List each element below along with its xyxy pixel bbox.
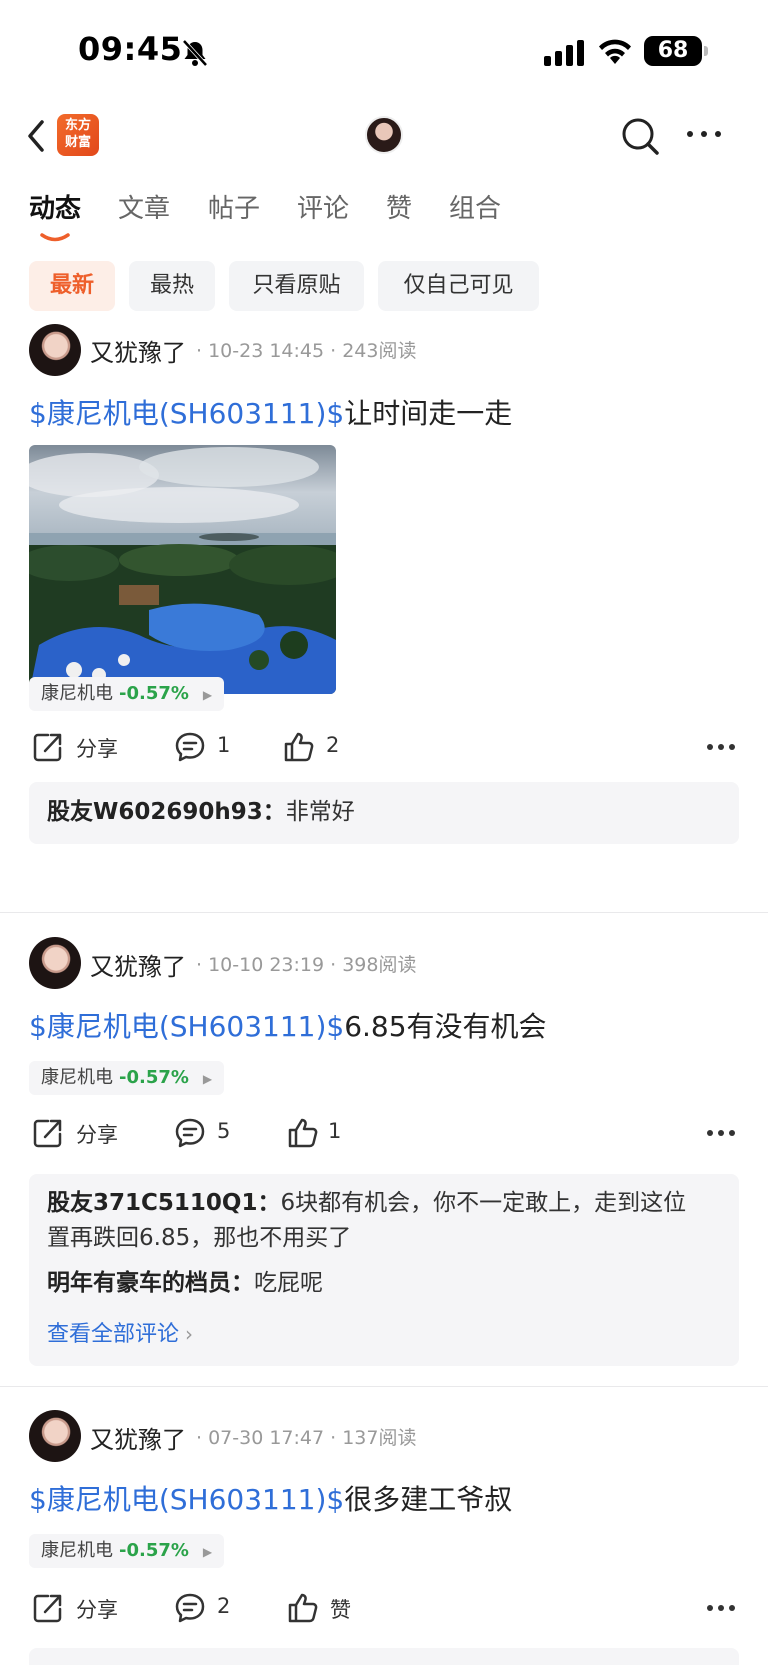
filter-original-only[interactable]: 只看原贴 — [229, 261, 364, 311]
back-icon[interactable] — [22, 116, 52, 156]
comment-icon[interactable] — [173, 1116, 207, 1150]
more-options-icon[interactable] — [706, 1129, 736, 1137]
logo-line-1: 东方 — [64, 118, 91, 133]
nav-bar: 东方 财富 — [0, 108, 768, 164]
quote-name: 康尼机电 — [41, 1540, 113, 1561]
post-meta: · 10-10 23:19 · 398阅读 — [196, 954, 417, 976]
post-text: 让时间走一走 — [344, 397, 513, 430]
divider — [0, 1386, 768, 1387]
author-name[interactable]: 又犹豫了 — [90, 947, 186, 982]
post-content[interactable]: $康尼机电(SH603111)$6.85有没有机会 — [29, 1005, 547, 1045]
comment-preview[interactable]: 股友371C5110Q1：6块都有机会，你不一定敢上，走到这位 置再跌回6.85… — [29, 1174, 739, 1366]
bell-slash-icon — [182, 39, 208, 67]
share-icon[interactable] — [31, 1591, 65, 1625]
post-content[interactable]: $康尼机电(SH603111)$让时间走一走 — [29, 392, 512, 432]
like-label[interactable]: 赞 — [330, 1594, 351, 1624]
app-logo: 东方 财富 — [57, 114, 99, 156]
share-icon[interactable] — [31, 1116, 65, 1150]
author-name[interactable]: 又犹豫了 — [90, 333, 186, 368]
quote-name: 康尼机电 — [41, 683, 113, 704]
post-content[interactable]: $康尼机电(SH603111)$很多建工爷叔 — [29, 1478, 512, 1518]
commenter-name[interactable]: 股友W602690h93： — [47, 799, 286, 825]
comment-text: 6块都有机会，你不一定敢上，走到这位 — [280, 1190, 687, 1216]
chevron-right-icon: › — [185, 1322, 194, 1346]
filter-private[interactable]: 仅自己可见 — [378, 261, 539, 311]
search-icon[interactable] — [618, 114, 662, 158]
comment-text: 吃屁呢 — [254, 1270, 323, 1296]
comment-item: 股友W602690h93：非常好 — [47, 795, 355, 830]
status-time: 09:45 — [78, 30, 183, 68]
view-all-comments-link[interactable]: 查看全部评论 › — [47, 1316, 193, 1348]
wifi-icon — [599, 39, 631, 64]
share-label[interactable]: 分享 — [76, 1119, 118, 1149]
comment-icon[interactable] — [173, 1591, 207, 1625]
post-image[interactable] — [29, 445, 336, 694]
comment-icon[interactable] — [173, 730, 207, 764]
quote-change: -0.57% — [119, 683, 189, 704]
thumbs-up-icon[interactable] — [286, 1591, 320, 1625]
avatar[interactable] — [29, 1410, 81, 1462]
stock-link[interactable]: $康尼机电(SH603111)$ — [29, 397, 344, 430]
more-options-icon[interactable] — [706, 743, 736, 751]
battery-icon: 68 — [644, 36, 708, 66]
comment-item: 股友371C5110Q1：6块都有机会，你不一定敢上，走到这位 — [47, 1186, 686, 1221]
post-text: 6.85有没有机会 — [344, 1010, 547, 1043]
active-tab-indicator — [40, 233, 70, 242]
filter-latest[interactable]: 最新 — [29, 261, 115, 311]
like-count[interactable]: 1 — [328, 1119, 341, 1143]
tab-posts[interactable]: 帖子 — [208, 188, 260, 225]
caret-right-icon: ▶ — [202, 688, 213, 702]
profile-tabs: 动态 文章 帖子 评论 赞 组合 — [0, 188, 768, 248]
logo-line-2: 财富 — [64, 135, 91, 150]
post-text: 很多建工爷叔 — [344, 1483, 513, 1516]
comment-count[interactable]: 2 — [217, 1594, 230, 1618]
caret-right-icon: ▶ — [202, 1072, 213, 1086]
tab-likes[interactable]: 赞 — [386, 188, 412, 225]
cellular-signal-icon — [544, 40, 584, 66]
comment-text-continued: 置再跌回6.85，那也不用买了 — [47, 1225, 352, 1251]
comment-preview[interactable] — [29, 1648, 739, 1665]
quote-change: -0.57% — [119, 1540, 189, 1561]
share-icon[interactable] — [31, 730, 65, 764]
resort-photo — [29, 445, 336, 694]
author-name[interactable]: 又犹豫了 — [90, 1420, 186, 1455]
share-label[interactable]: 分享 — [76, 1594, 118, 1624]
commenter-name[interactable]: 股友371C5110Q1： — [47, 1190, 280, 1216]
post-meta: · 10-23 14:45 · 243阅读 — [196, 340, 417, 362]
like-count[interactable]: 2 — [326, 733, 339, 757]
stock-link[interactable]: $康尼机电(SH603111)$ — [29, 1483, 344, 1516]
commenter-name[interactable]: 明年有豪车的档员： — [47, 1270, 254, 1296]
divider — [0, 912, 768, 913]
status-bar: 09:45 68 — [0, 0, 768, 100]
quote-name: 康尼机电 — [41, 1067, 113, 1088]
tab-dynamic[interactable]: 动态 — [29, 188, 81, 225]
tab-articles[interactable]: 文章 — [118, 188, 170, 225]
view-all-label: 查看全部评论 — [47, 1322, 180, 1347]
stock-link[interactable]: $康尼机电(SH603111)$ — [29, 1010, 344, 1043]
caret-right-icon: ▶ — [202, 1545, 213, 1559]
comment-preview[interactable]: 股友W602690h93：非常好 — [29, 782, 739, 844]
comment-item: 明年有豪车的档员：吃屁呢 — [47, 1266, 323, 1301]
avatar[interactable] — [29, 324, 81, 376]
post-meta: · 07-30 17:47 · 137阅读 — [196, 1427, 417, 1449]
comment-text: 非常好 — [285, 799, 355, 825]
stock-quote-chip[interactable]: 康尼机电 -0.57% ▶ — [29, 1061, 225, 1095]
comment-count[interactable]: 5 — [217, 1119, 230, 1143]
filter-hottest[interactable]: 最热 — [129, 261, 215, 311]
tab-comments[interactable]: 评论 — [297, 188, 349, 225]
more-icon[interactable] — [684, 124, 724, 144]
quote-change: -0.57% — [119, 1067, 189, 1088]
profile-avatar[interactable] — [365, 116, 403, 154]
stock-quote-chip[interactable]: 康尼机电 -0.57% ▶ — [29, 677, 225, 711]
stock-quote-chip[interactable]: 康尼机电 -0.57% ▶ — [29, 1534, 225, 1568]
avatar[interactable] — [29, 937, 81, 989]
share-label[interactable]: 分享 — [76, 733, 118, 763]
comment-count[interactable]: 1 — [217, 733, 230, 757]
thumbs-up-icon[interactable] — [286, 1116, 320, 1150]
more-options-icon[interactable] — [706, 1604, 736, 1612]
tab-portfolios[interactable]: 组合 — [449, 188, 501, 225]
thumbs-up-icon[interactable] — [282, 730, 316, 764]
